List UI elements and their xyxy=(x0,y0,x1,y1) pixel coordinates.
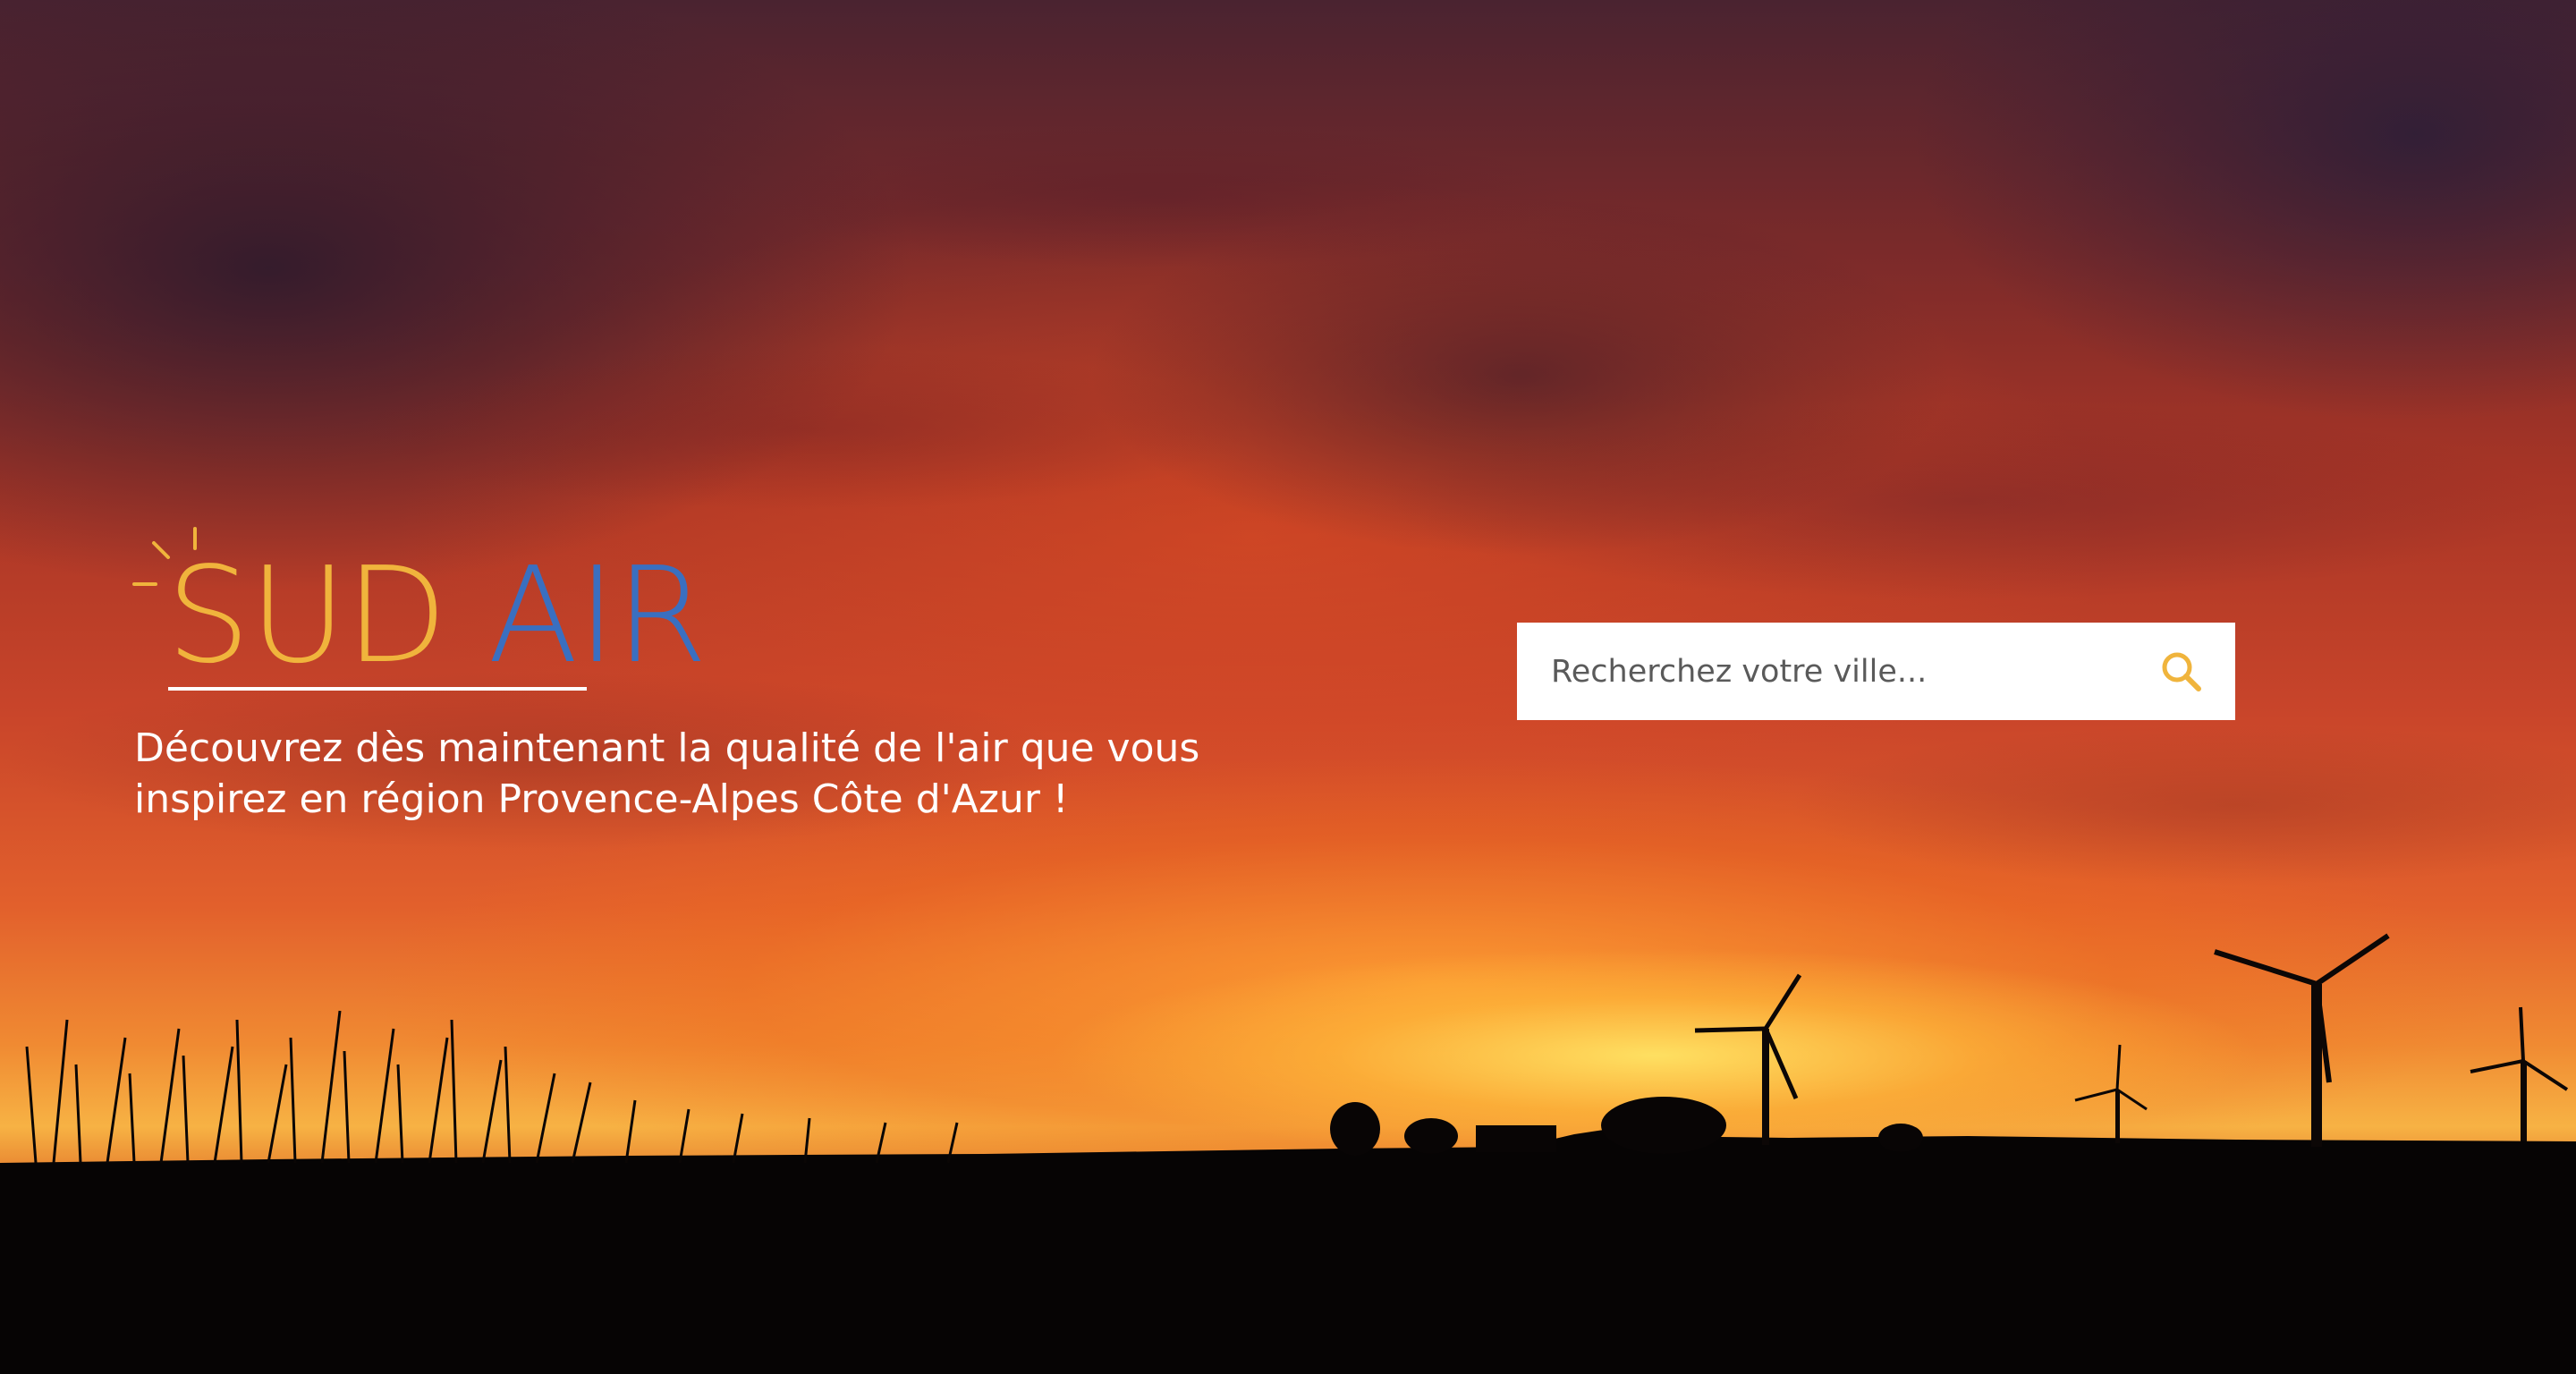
hero-tagline: Découvrez dès maintenant la qualité de l… xyxy=(134,723,1297,825)
city-search-input[interactable] xyxy=(1551,623,2123,720)
search-icon[interactable] xyxy=(2159,649,2204,694)
brand-logo[interactable]: SUD AIR xyxy=(132,523,708,693)
brand-name: SUD AIR xyxy=(166,548,708,683)
tagline-line-2: inspirez en région Provence-Alpes Côte d… xyxy=(134,776,1069,822)
city-search-box xyxy=(1517,623,2235,720)
logo-underline xyxy=(168,687,587,691)
brand-name-air: AIR xyxy=(487,539,708,692)
tagline-line-1: Découvrez dès maintenant la qualité de l… xyxy=(134,725,1200,771)
brand-name-sud: SUD xyxy=(166,539,447,692)
